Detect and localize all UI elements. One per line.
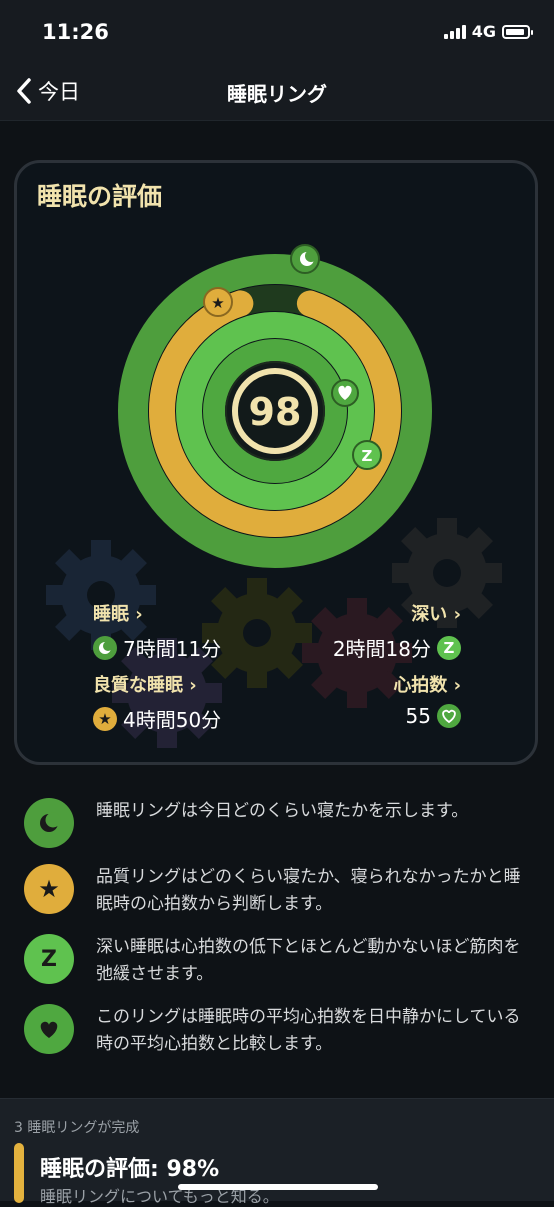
stat-heart-label: 心拍数 ›	[393, 675, 461, 696]
stat-sleep[interactable]: 睡眠 › 7時間11分	[93, 600, 221, 662]
stat-deep-value: 2時間18分	[332, 637, 431, 661]
legend-item: ★ 品質リングはどのくらい寝たか、寝られなかったかと睡眠時の心拍数から判断します…	[24, 864, 534, 918]
stat-sleep-value: 7時間11分	[123, 637, 222, 661]
star-icon: ★	[203, 287, 233, 317]
stat-heart-value: 55	[405, 704, 431, 728]
z-icon: Z	[352, 440, 382, 470]
stat-quality[interactable]: 良質な睡眠 › ★ 4時間50分	[93, 671, 221, 733]
legend-item: 睡眠リングは今日どのくらい寝たかを示します。	[24, 798, 534, 848]
status-indicators: 4G	[443, 22, 533, 41]
legend-text: 品質リングはどのくらい寝たか、寝られなかったかと睡眠時の心拍数から判断します。	[96, 867, 521, 914]
completion-heading: 睡眠の評価: 98%	[40, 1157, 220, 1182]
status-bar: 11:26 4G	[0, 0, 554, 66]
status-time: 11:26	[42, 20, 109, 44]
z-icon: Z	[24, 934, 74, 984]
stat-quality-label: 良質な睡眠 ›	[93, 675, 197, 696]
z-icon: Z	[437, 635, 461, 660]
moon-icon	[24, 798, 74, 848]
home-indicator[interactable]	[178, 1184, 378, 1190]
score-value: 98	[249, 390, 302, 434]
signal-icon	[443, 24, 466, 39]
sleep-score-card: 睡眠の評価 98 ★ Z 睡眠 › 7時間11分 深い › 2時間18分 Z 良…	[14, 160, 538, 765]
stat-sleep-label: 睡眠 ›	[93, 604, 143, 625]
legend-text: 睡眠リングは今日どのくらい寝たかを示します。	[96, 801, 469, 821]
heart-icon	[331, 379, 359, 407]
star-icon: ★	[24, 864, 74, 914]
ring-legend: 睡眠リングは今日どのくらい寝たかを示します。 ★ 品質リングはどのくらい寝たか、…	[24, 798, 534, 1074]
svg-text:Z: Z	[362, 447, 373, 465]
moon-icon	[93, 635, 117, 660]
moon-icon	[290, 244, 320, 274]
legend-text: 深い睡眠は心拍数の低下とほとんど動かないほど筋肉を弛緩させます。	[96, 937, 521, 984]
network-type: 4G	[471, 22, 496, 41]
page-title: 睡眠リング	[227, 82, 327, 106]
heart-icon	[24, 1004, 74, 1054]
stat-deep[interactable]: 深い › 2時間18分 Z	[333, 600, 461, 662]
legend-text: このリングは睡眠時の平均心拍数を日中静かにしている時の平均心拍数と比較します。	[96, 1007, 521, 1054]
completion-caption: 3 睡眠リングが完成	[14, 1120, 140, 1136]
legend-item: Z 深い睡眠は心拍数の低下とほとんど動かないほど筋肉を弛緩させます。	[24, 934, 534, 988]
svg-text:★: ★	[211, 294, 224, 312]
legend-item: このリングは睡眠時の平均心拍数を日中静かにしている時の平均心拍数と比較します。	[24, 1004, 534, 1058]
battery-icon	[502, 24, 533, 39]
nav-bar: 今日 睡眠リング	[0, 66, 554, 121]
completion-accent-bar	[14, 1143, 24, 1203]
star-icon: ★	[93, 706, 117, 731]
stat-quality-value: 4時間50分	[123, 708, 222, 732]
heart-icon	[437, 704, 461, 728]
stat-deep-label: 深い ›	[411, 604, 461, 625]
stat-heart[interactable]: 心拍数 › 55	[393, 671, 461, 728]
